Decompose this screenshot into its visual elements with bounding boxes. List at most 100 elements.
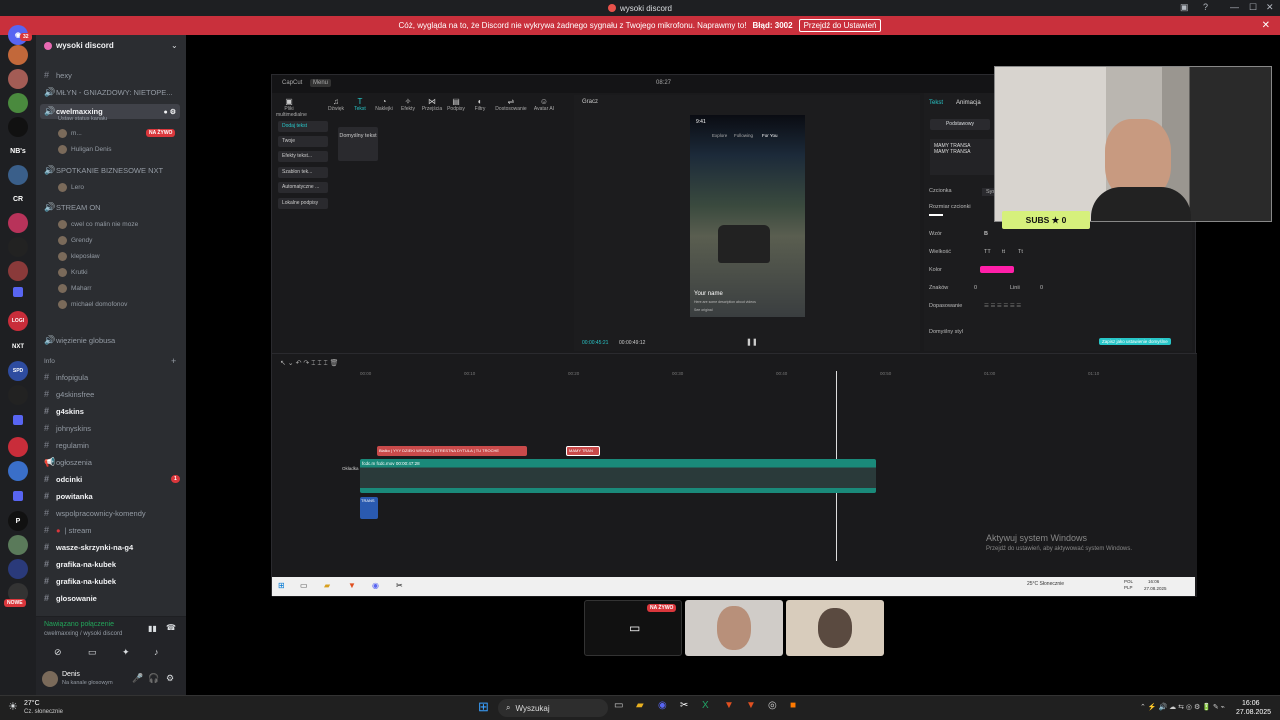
channel-item[interactable]: # grafika-na-kubek (44, 559, 116, 569)
text-clip[interactable]: STRESTNA DYTULA (435, 448, 473, 453)
inbox-icon[interactable]: ▣ (1180, 2, 1189, 13)
channel-item[interactable]: # regulamin (44, 440, 89, 450)
voice-member[interactable]: cwel co malin nie moze (58, 220, 138, 229)
explorer-icon[interactable]: ▰ (324, 581, 330, 590)
timeline-tools[interactable]: ↖ ⌄ ↶ ↷ ⌶ ⌶ ⌶ 🗑 (280, 359, 339, 368)
tool-avatar[interactable]: ☺ Avatar AI (530, 97, 558, 112)
lines-value[interactable]: 0 (1040, 285, 1043, 291)
channel-item[interactable]: # g4skinsfree (44, 389, 94, 399)
server-icon[interactable] (8, 535, 28, 555)
server-nbs[interactable]: NB's (8, 141, 28, 161)
explorer-icon[interactable]: ▰ (636, 700, 644, 711)
tool-media[interactable]: ▣ Pliki multimedialne (276, 97, 307, 118)
go-to-settings-button[interactable]: Przejdź do Ustawień (798, 19, 882, 32)
folder-icon[interactable] (13, 415, 23, 425)
tool-audio[interactable]: ♫ Dźwięk (324, 97, 348, 112)
weather[interactable]: 25°C Słonecznie (1027, 581, 1064, 587)
voice-member[interactable]: Lero (58, 183, 84, 192)
channel-mlyn[interactable]: 🔊 MŁYN - GNIAZDOWY: NIETOPE... (44, 87, 173, 98)
channel-item[interactable]: 📢 ogłoszenia (44, 457, 92, 468)
tool-adjust[interactable]: ⇌ Dostosowanie (494, 97, 528, 112)
channel-item[interactable]: # grafika-na-kubek (44, 576, 116, 586)
voice-member[interactable]: Maharr (58, 284, 92, 293)
tool-stickers[interactable]: ◔ Naklejki (372, 97, 396, 112)
clock-time[interactable]: 16:06 (1242, 700, 1260, 707)
server-icon[interactable] (8, 45, 28, 65)
text-clip[interactable]: TU TROCHE (476, 448, 499, 453)
folder-icon[interactable] (13, 287, 23, 297)
minimize-button[interactable]: — (1230, 2, 1239, 12)
channel-item[interactable]: # odcinki (44, 474, 82, 484)
video-clip[interactable]: fcdc.m fcdc.mov 00:00:47:28 (360, 459, 876, 493)
server-icon[interactable] (8, 117, 28, 137)
mic-icon[interactable]: 🎤 (132, 673, 143, 684)
tool-captions[interactable]: ▤ Podpisy (444, 97, 468, 112)
side-item[interactable]: Efekty tekst... (278, 151, 328, 162)
bold-button[interactable]: B (984, 231, 988, 237)
server-icon[interactable] (8, 437, 28, 457)
voice-member[interactable]: kleposław (58, 252, 100, 261)
taskview-icon[interactable]: ▭ (614, 700, 623, 711)
app-icon[interactable]: ■ (790, 700, 796, 711)
clock-date[interactable]: 27.08.2025 (1236, 709, 1271, 716)
discord-icon[interactable]: ◉ (372, 581, 379, 590)
language[interactable]: POL PLP (1124, 579, 1133, 591)
screen-share-icon[interactable]: ▭ (88, 647, 97, 658)
tab-text[interactable]: Tekst (929, 100, 943, 106)
gear-icon[interactable]: ⚙ (166, 673, 174, 684)
server-p-icon[interactable]: P (8, 511, 28, 531)
channel-item[interactable]: # glosowanie (44, 593, 97, 603)
help-icon[interactable]: ? (1203, 2, 1208, 12)
text-clip[interactable]: YYY DZIEKI WSIOAJ (393, 448, 431, 453)
capcut-icon[interactable]: ✂ (680, 700, 688, 711)
side-item[interactable]: Automatyczne ... (278, 182, 328, 193)
participant-tile-stream[interactable]: ▭ NA ŻYWO (584, 600, 682, 656)
side-item[interactable]: Twoje (278, 136, 328, 147)
default-text-tile[interactable]: Domyślny tekst (338, 127, 378, 161)
folder-icon[interactable] (13, 491, 23, 501)
tool-text[interactable]: T Tekst (348, 97, 372, 112)
preset-tab[interactable]: Podstawowy (930, 119, 990, 130)
voice-member[interactable]: michael domofonov (58, 300, 127, 309)
side-item[interactable]: Szablon tek... (278, 167, 328, 178)
headphones-icon[interactable]: 🎧 (148, 673, 159, 684)
server-icon[interactable] (8, 385, 28, 405)
server-icon[interactable] (8, 237, 28, 257)
channel-item[interactable]: # wasze-skrzynki-na-g4 (44, 542, 133, 552)
channel-item[interactable]: # infopigula (44, 372, 88, 382)
disconnect-icon[interactable]: ☎ (166, 623, 176, 632)
cover-button[interactable]: Okładka (342, 466, 359, 471)
voice-channel[interactable]: cwelmaxxing / wysoki discord (44, 631, 122, 637)
taskview-icon[interactable]: ▭ (300, 581, 308, 590)
text-clip-track[interactable]: Bialko | YYY DZIEKI WSIOAJ | STRESTNA DY… (377, 446, 527, 456)
weather-icon[interactable]: ☀ (8, 700, 18, 713)
camera-off-icon[interactable]: ⊘ (54, 647, 62, 658)
signal-icon[interactable]: ▮▮ (148, 624, 157, 633)
close-window-button[interactable]: ✕ (1266, 2, 1274, 13)
tool-filters[interactable]: ◐ Filtry (468, 97, 492, 112)
taskbar-search[interactable]: ⌕ Wyszukaj (498, 699, 608, 717)
side-item[interactable]: Lokalne podpisy (278, 198, 328, 209)
brave-icon[interactable]: ▼ (348, 581, 356, 590)
voice-member[interactable]: Huligan Denis (58, 145, 111, 154)
server-name[interactable]: wysoki discord (44, 41, 114, 50)
align-buttons[interactable]: ☰ ☰ ☰ ☰ ☰ ☰ (984, 303, 1021, 309)
server-icon[interactable] (8, 69, 28, 89)
text-clip[interactable]: Bialko (379, 448, 390, 453)
selected-text-clip[interactable]: MAMY TRAN (566, 446, 600, 456)
capcut-icon[interactable]: ✂ (396, 581, 403, 590)
tool-effects[interactable]: ✧ Efekty (396, 97, 420, 112)
chrome-icon[interactable]: ◎ (768, 700, 777, 711)
close-banner-icon[interactable]: ✕ (1262, 20, 1270, 31)
case-lower[interactable]: tt (1002, 249, 1005, 255)
color-swatch[interactable] (980, 266, 1014, 273)
voice-member[interactable]: Grendy (58, 236, 92, 245)
server-icon[interactable] (8, 213, 28, 233)
case-upper[interactable]: TT (984, 249, 991, 255)
chevron-down-icon[interactable]: ⌄ (171, 41, 178, 50)
chars-value[interactable]: 0 (974, 285, 977, 291)
discord-icon[interactable]: ◉ (658, 700, 667, 711)
server-nxt[interactable]: NXT (8, 337, 28, 357)
maximize-button[interactable]: ☐ (1249, 2, 1257, 13)
server-icon[interactable] (8, 461, 28, 481)
